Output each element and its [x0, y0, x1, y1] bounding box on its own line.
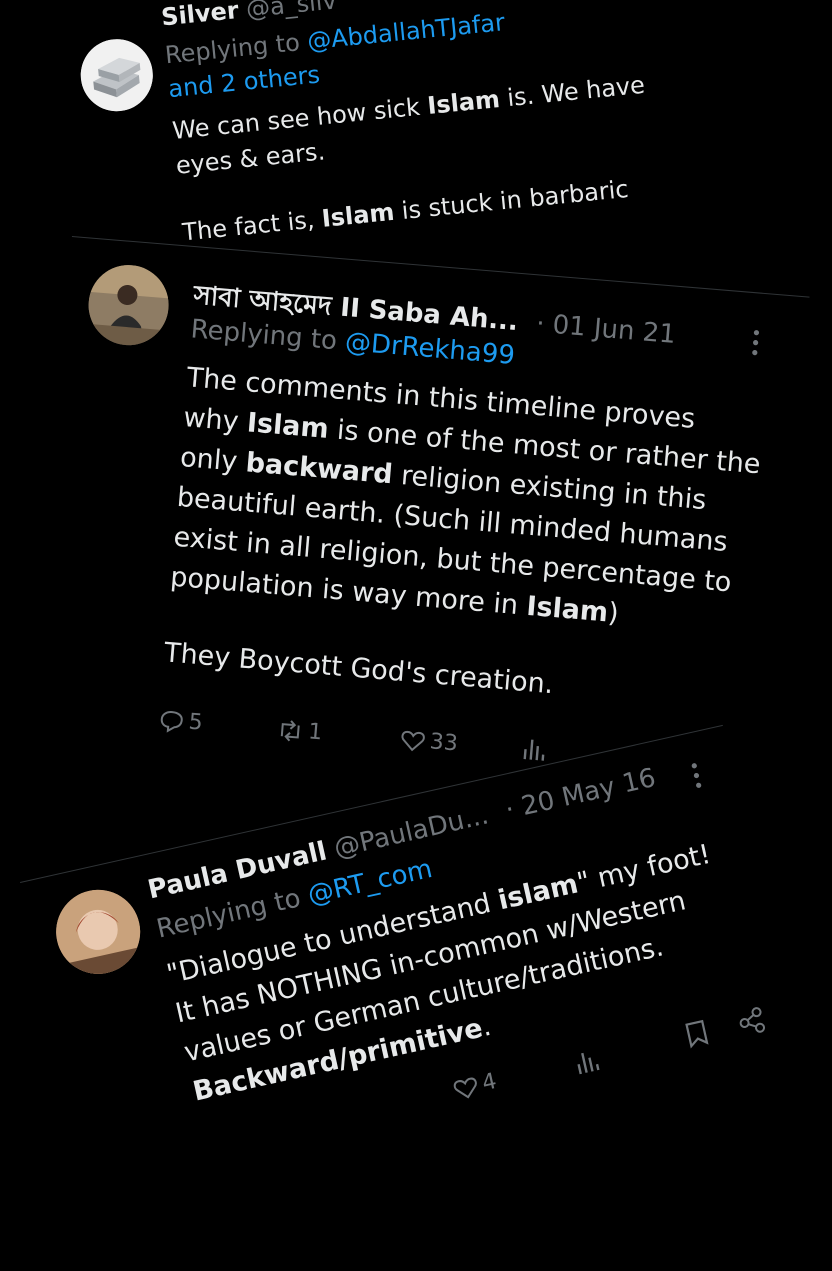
silver-bars-avatar-image [77, 35, 157, 115]
like-count: 33 [428, 729, 459, 757]
text-segment: " my foot! [574, 838, 714, 899]
like-button[interactable]: 4 [451, 1069, 499, 1103]
tweet-text-line: The fact is, Islam is stuck in barbaric [181, 175, 630, 247]
views-button[interactable] [521, 735, 547, 763]
avatar[interactable] [85, 262, 172, 349]
text-segment: eyes & ears. [174, 137, 327, 180]
like-button[interactable]: 33 [399, 727, 459, 757]
heart-icon [399, 727, 427, 753]
highlighted-keyword: backward [244, 447, 394, 491]
like-count: 4 [479, 1068, 500, 1097]
reply-button[interactable]: 5 [158, 707, 204, 736]
reply-count: 5 [187, 709, 204, 736]
bookmark-button[interactable] [682, 1017, 712, 1050]
more-options-icon[interactable] [750, 328, 761, 361]
highlighted-keyword: Islam [426, 85, 502, 120]
display-name[interactable]: Silver [160, 0, 240, 32]
text-segment: ) [606, 597, 620, 630]
text-segment: We can see how sick [171, 92, 429, 145]
highlighted-keyword: Islam [320, 197, 396, 233]
user-handle[interactable]: @a_silv [245, 0, 338, 23]
bookmark-icon [682, 1017, 712, 1050]
text-segment: They Boycott God's creation. [162, 637, 555, 701]
retweet-count: 1 [307, 719, 324, 746]
text-segment: is. We have [498, 70, 647, 113]
tweet-timestamp[interactable]: · 01 Jun 21 [535, 309, 677, 350]
avatar[interactable] [77, 35, 157, 115]
tweet-text-line: They Boycott God's creation. [163, 637, 555, 700]
heart-icon [451, 1073, 482, 1102]
tweet-text-line: eyes & ears. [175, 137, 327, 179]
replying-to-handle[interactable]: @AbdallahTJafar [306, 8, 506, 55]
more-options-icon[interactable] [690, 761, 705, 794]
tweet-card-silver[interactable]: Silver @a_silv Replying to @AbdallahTJaf… [75, 0, 832, 257]
retweet-button[interactable]: 1 [275, 717, 324, 746]
analytics-icon [572, 1046, 601, 1077]
reply-icon [158, 708, 186, 734]
text-segment: is stuck in barbaric [392, 174, 630, 226]
share-icon [735, 1005, 768, 1038]
avatar[interactable] [48, 881, 149, 982]
share-button[interactable] [735, 1005, 768, 1038]
highlighted-keyword: islam [495, 868, 582, 917]
text-segment: only [179, 441, 248, 479]
text-segment: The fact is, [181, 204, 324, 247]
retweet-icon [275, 717, 305, 743]
profile-photo-image [85, 262, 172, 349]
views-button[interactable] [572, 1046, 601, 1077]
analytics-icon [521, 735, 547, 763]
highlighted-keyword: Islam [525, 590, 610, 629]
profile-photo-image [48, 881, 149, 982]
highlighted-keyword: Islam [245, 407, 330, 445]
text-segment: why [182, 402, 249, 439]
